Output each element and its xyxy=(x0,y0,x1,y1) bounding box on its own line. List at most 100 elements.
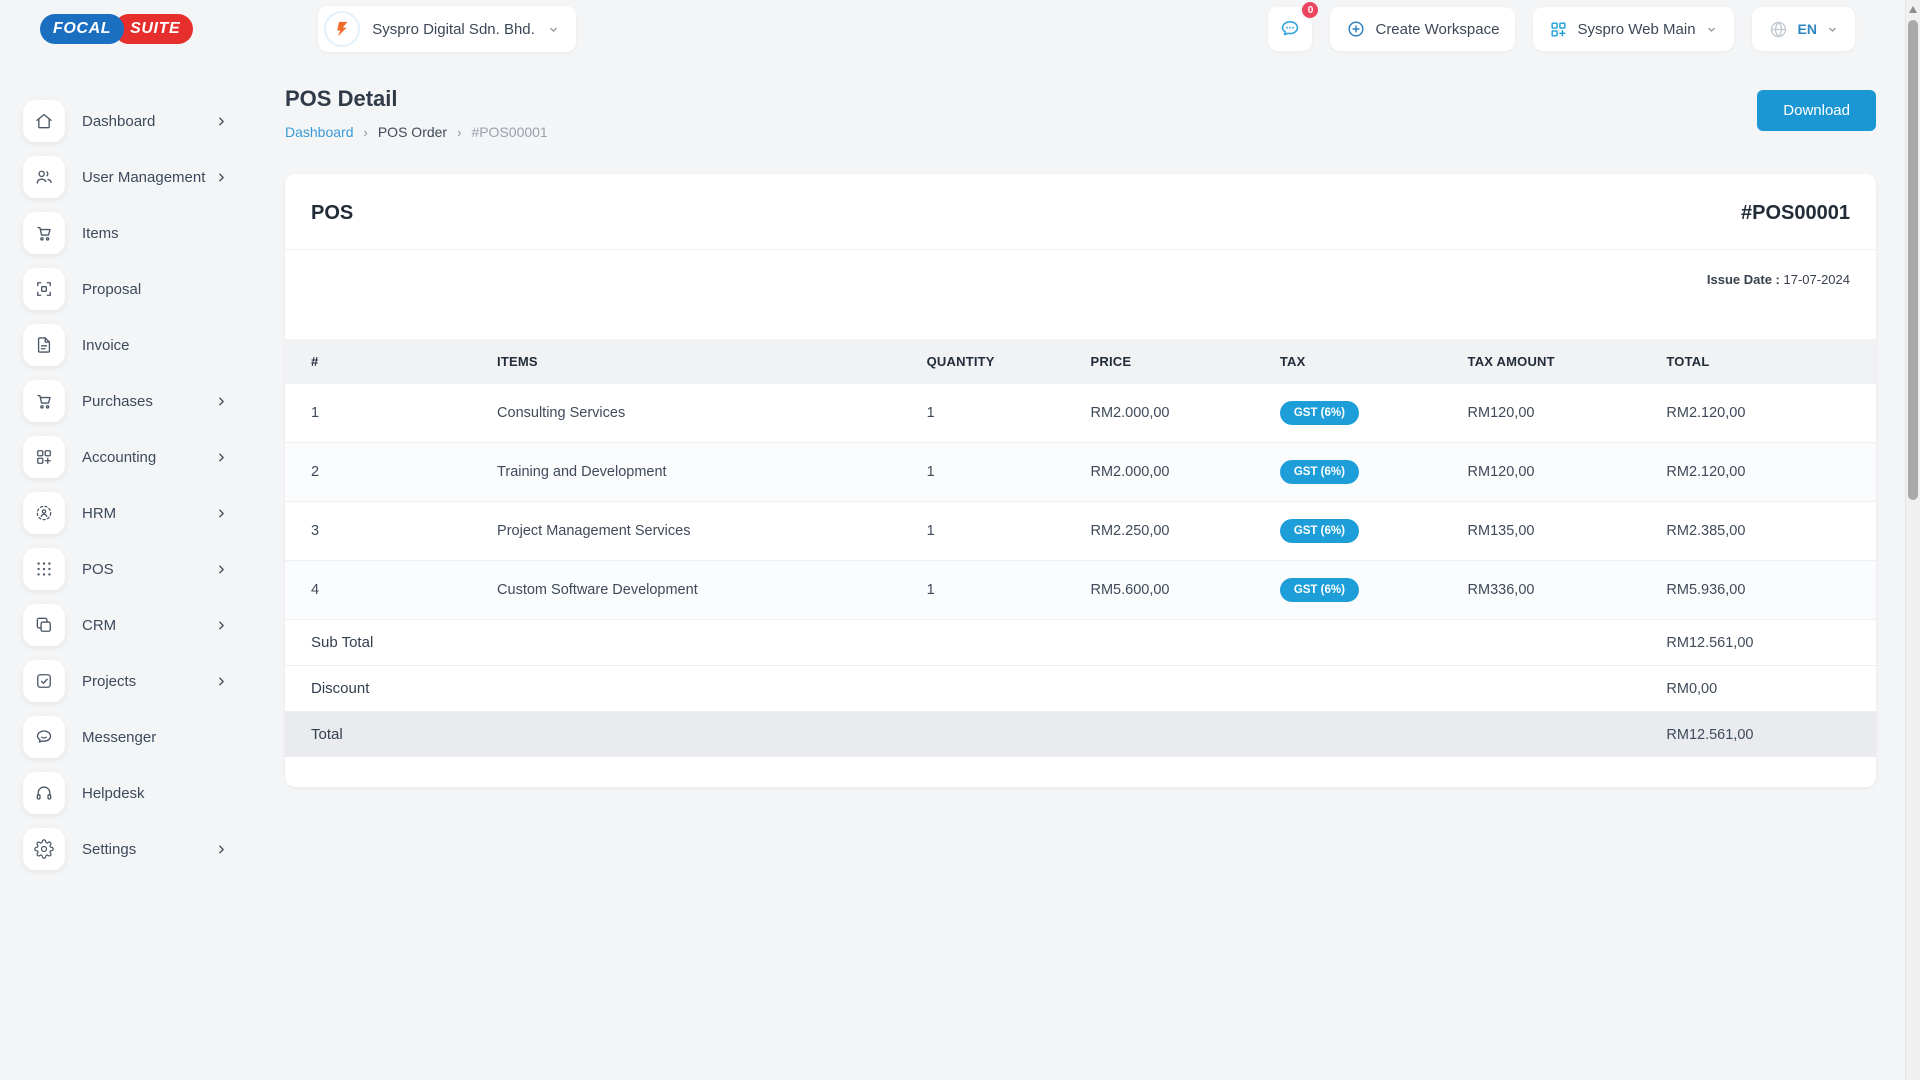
gear-icon xyxy=(23,828,65,870)
discount-label: Discount xyxy=(285,666,1656,712)
chevron-down-icon xyxy=(1826,23,1839,36)
users-icon xyxy=(23,156,65,198)
table-header-row: # ITEMS QUANTITY PRICE TAX TAX AMOUNT TO… xyxy=(285,339,1876,384)
cell-price: RM5.600,00 xyxy=(1080,561,1269,620)
tax-badge: GST (6%) xyxy=(1280,519,1359,543)
cell-index: 4 xyxy=(285,561,487,620)
breadcrumb-dashboard[interactable]: Dashboard xyxy=(285,124,354,140)
cell-tax: GST (6%) xyxy=(1270,502,1458,561)
sidebar-item-dashboard[interactable]: Dashboard xyxy=(23,100,260,142)
col-items: ITEMS xyxy=(487,339,917,384)
sidebar-item-label: Proposal xyxy=(82,281,141,298)
breadcrumb-pos-order: POS Order xyxy=(378,124,447,140)
sidebar-item-user-management[interactable]: User Management xyxy=(23,156,260,198)
sidebar-item-crm[interactable]: CRM xyxy=(23,604,260,646)
sidebar-item-label: Items xyxy=(82,225,119,242)
cell-tax-amount: RM336,00 xyxy=(1458,561,1657,620)
sidebar-item-label: Invoice xyxy=(82,337,130,354)
sidebar-item-label: Settings xyxy=(82,841,136,858)
col-tax: TAX xyxy=(1270,339,1458,384)
chevron-down-icon xyxy=(547,23,560,36)
sidebar-item-label: HRM xyxy=(82,505,116,522)
chevron-right-icon xyxy=(215,843,228,856)
sidebar-item-label: POS xyxy=(82,561,114,578)
table-row: 4 Custom Software Development 1 RM5.600,… xyxy=(285,561,1876,620)
sidebar-item-items[interactable]: Items xyxy=(23,212,260,254)
subtotal-label: Sub Total xyxy=(285,620,1656,666)
scroll-up-arrow[interactable] xyxy=(1909,6,1917,13)
workspace-grid-icon xyxy=(1549,20,1568,39)
subtotal-value: RM12.561,00 xyxy=(1656,620,1876,666)
page-title: POS Detail xyxy=(285,86,548,112)
sidebar-item-helpdesk[interactable]: Helpdesk xyxy=(23,772,260,814)
cart-icon xyxy=(23,380,65,422)
subtotal-row: Sub Total RM12.561,00 xyxy=(285,620,1876,666)
chevron-right-icon xyxy=(215,507,228,520)
sidebar-item-settings[interactable]: Settings xyxy=(23,828,260,870)
sidebar-item-accounting[interactable]: Accounting xyxy=(23,436,260,478)
breadcrumb-pos-number: #POS00001 xyxy=(471,124,547,140)
cell-item: Custom Software Development xyxy=(487,561,917,620)
vertical-scrollbar[interactable] xyxy=(1905,0,1920,1080)
company-selector[interactable]: Syspro Digital Sdn. Bhd. xyxy=(318,6,576,52)
logo-focal: FOCAL xyxy=(40,14,124,44)
table-row: 1 Consulting Services 1 RM2.000,00 GST (… xyxy=(285,384,1876,443)
issue-date-label: Issue Date : xyxy=(1707,272,1780,287)
issue-date-value: 17-07-2024 xyxy=(1784,272,1851,287)
cell-index: 1 xyxy=(285,384,487,443)
language-selector[interactable]: EN xyxy=(1752,7,1855,51)
company-name: Syspro Digital Sdn. Bhd. xyxy=(372,21,535,38)
cell-quantity: 1 xyxy=(917,443,1081,502)
sidebar-item-proposal[interactable]: Proposal xyxy=(23,268,260,310)
sidebar-item-purchases[interactable]: Purchases xyxy=(23,380,260,422)
download-button[interactable]: Download xyxy=(1757,90,1876,131)
chevron-right-icon xyxy=(215,171,228,184)
chat-button[interactable]: 0 xyxy=(1268,7,1312,51)
sidebar-item-invoice[interactable]: Invoice xyxy=(23,324,260,366)
sidebar-item-label: Purchases xyxy=(82,393,153,410)
col-tax-amount: TAX AMOUNT xyxy=(1458,339,1657,384)
create-workspace-button[interactable]: Create Workspace xyxy=(1330,7,1515,51)
total-label: Total xyxy=(285,712,1656,758)
discount-value: RM0,00 xyxy=(1656,666,1876,712)
sidebar-item-projects[interactable]: Projects xyxy=(23,660,260,702)
issue-date: Issue Date : 17-07-2024 xyxy=(285,250,1876,287)
col-total: TOTAL xyxy=(1656,339,1876,384)
total-row: Total RM12.561,00 xyxy=(285,712,1876,758)
checkbox-icon xyxy=(23,660,65,702)
total-value: RM12.561,00 xyxy=(1656,712,1876,758)
cell-item: Training and Development xyxy=(487,443,917,502)
top-bar: FOCAL SUITE Syspro Digital Sdn. Bhd. 0 C… xyxy=(0,0,1905,58)
chevron-down-icon xyxy=(1705,23,1718,36)
workspace-name: Syspro Web Main xyxy=(1577,21,1695,38)
pos-number: #POS00001 xyxy=(1741,202,1850,225)
cell-quantity: 1 xyxy=(917,502,1081,561)
create-workspace-label: Create Workspace xyxy=(1375,21,1499,38)
sidebar-item-label: User Management xyxy=(82,169,205,186)
cell-total: RM2.385,00 xyxy=(1656,502,1876,561)
dots-grid-icon xyxy=(23,548,65,590)
company-logo-icon xyxy=(324,11,360,47)
sidebar-item-messenger[interactable]: Messenger xyxy=(23,716,260,758)
pos-detail-card: POS #POS00001 Issue Date : 17-07-2024 # … xyxy=(285,174,1876,787)
workspace-selector[interactable]: Syspro Web Main xyxy=(1533,7,1733,51)
headphones-icon xyxy=(23,772,65,814)
sidebar-item-hrm[interactable]: HRM xyxy=(23,492,260,534)
grid-plus-icon xyxy=(23,436,65,478)
cart-icon xyxy=(23,212,65,254)
main-content: POS Detail Dashboard › POS Order › #POS0… xyxy=(285,58,1876,787)
breadcrumb: Dashboard › POS Order › #POS00001 xyxy=(285,124,548,140)
focal-suite-logo[interactable]: FOCAL SUITE xyxy=(40,14,193,44)
sidebar-item-label: Helpdesk xyxy=(82,785,145,802)
scrollbar-thumb[interactable] xyxy=(1908,20,1918,500)
table-row: 3 Project Management Services 1 RM2.250,… xyxy=(285,502,1876,561)
sidebar: Dashboard User Management Items Proposal… xyxy=(0,58,260,884)
home-icon xyxy=(23,100,65,142)
cell-total: RM5.936,00 xyxy=(1656,561,1876,620)
sidebar-item-pos[interactable]: POS xyxy=(23,548,260,590)
cell-price: RM2.000,00 xyxy=(1080,443,1269,502)
cell-total: RM2.120,00 xyxy=(1656,384,1876,443)
cell-tax: GST (6%) xyxy=(1270,384,1458,443)
cell-price: RM2.250,00 xyxy=(1080,502,1269,561)
cell-price: RM2.000,00 xyxy=(1080,384,1269,443)
